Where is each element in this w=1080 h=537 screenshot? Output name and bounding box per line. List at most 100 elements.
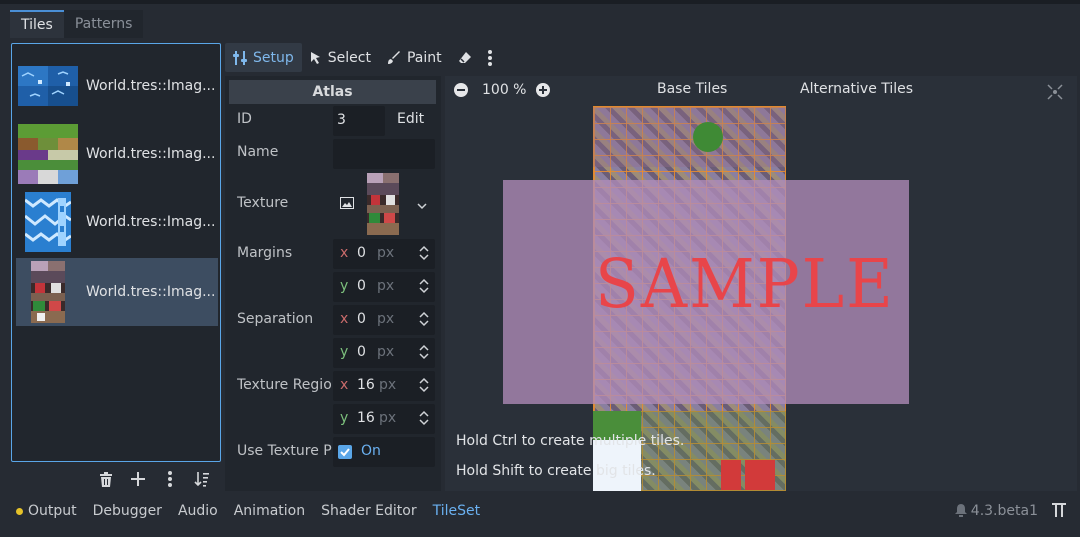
eraser-button[interactable] [450,43,480,72]
output-status-dot-icon [16,507,23,515]
tab-patterns[interactable]: Patterns [63,10,144,38]
separation-x-value: 0 [357,311,366,327]
center-view-icon[interactable] [1047,84,1063,104]
water-tiles-thumbnail [18,54,78,118]
grass-tiles-thumbnail [18,122,78,186]
axis-y: y [340,278,349,294]
zoom-level[interactable]: 100 % [482,82,526,98]
setup-button[interactable]: Setup [225,43,302,72]
texture-region-y-value: 16 [357,410,375,426]
tab-shader-editor[interactable]: Shader Editor [321,503,416,519]
list-item[interactable]: World.tres::Imag... [16,188,218,256]
stepper-icon[interactable] [419,245,429,265]
separation-label: Separation [237,311,314,327]
use-texture-padding-field[interactable]: On [333,437,435,467]
unit-label: px [377,278,395,294]
axis-y: y [340,410,349,426]
throne-tile [721,460,741,490]
tab-output-label: Output [28,503,77,519]
cursor-icon [310,51,320,64]
checkbox-checked-icon[interactable] [338,445,352,459]
atlas-mode-toolbar: Setup Select Paint [225,43,500,72]
tab-debugger[interactable]: Debugger [93,503,162,519]
unit-label: px [377,245,395,261]
axis-x: x [340,377,349,393]
tab-audio[interactable]: Audio [178,503,218,519]
image-icon [340,197,354,213]
stepper-icon[interactable] [419,410,429,430]
id-label: ID [237,111,252,127]
notification-bell-icon[interactable] [954,503,968,521]
objects-tiles-thumbnail [18,260,78,324]
hint-ctrl: Hold Ctrl to create multiple tiles. [456,433,685,449]
separation-x-field[interactable]: x 0 px [333,305,435,335]
separation-y-field[interactable]: y 0 px [333,338,435,368]
margins-y-value: 0 [357,278,366,294]
tree-tile [693,122,723,152]
stepper-icon[interactable] [419,278,429,298]
texture-region-y-field[interactable]: y 16 px [333,404,435,434]
paint-button[interactable]: Paint [379,43,450,72]
stepper-icon[interactable] [419,344,429,364]
setup-label: Setup [253,49,294,66]
list-item[interactable]: World.tres::Imag... [16,52,218,120]
unit-label: px [377,311,395,327]
list-item-label: World.tres::Imag... [86,284,216,300]
texture-region-x-field[interactable]: x 16 px [333,371,435,401]
paint-label: Paint [406,49,442,66]
list-item-label: World.tres::Imag... [86,146,216,162]
edit-button[interactable]: Edit [397,111,424,127]
axis-y: y [340,344,349,360]
unit-label: px [379,377,397,393]
add-icon[interactable] [128,466,148,492]
sort-icon[interactable] [192,466,212,492]
brush-icon [387,50,400,64]
source-list-toolbar [96,466,212,492]
setup-icon [233,50,247,65]
engine-version: 4.3.beta1 [970,503,1038,519]
atlas-inspector: Atlas ID 3 Edit Name Texture Margins x 0… [225,76,441,491]
stepper-icon[interactable] [419,311,429,331]
tileset-editor: Tiles Patterns World.tres::Imag... World… [0,0,1080,537]
select-label: Select [327,49,371,66]
list-item[interactable]: World.tres::Imag... [16,258,218,326]
unit-label: px [379,410,397,426]
tab-tiles[interactable]: Tiles [10,10,64,38]
tab-tileset[interactable]: TileSet [433,503,481,519]
stepper-icon[interactable] [419,377,429,397]
tab-alternative-tiles[interactable]: Alternative Tiles [800,81,913,97]
chevron-down-icon[interactable] [417,198,427,214]
atlas-section-header: Atlas [229,80,436,104]
margins-label: Margins [237,245,293,261]
margins-x-value: 0 [357,245,366,261]
id-field[interactable]: 3 [333,106,385,136]
kebab-menu-icon[interactable] [160,466,180,492]
checkbox-label: On [361,443,381,459]
pin-panel-icon[interactable] [1052,502,1066,522]
atlas-viewport[interactable]: 100 % Base Tiles Alternative Tiles SAMPL… [445,76,1077,491]
tab-output[interactable]: Output [16,503,77,519]
atlas-row-band [593,107,786,167]
atlas-source-list[interactable]: World.tres::Imag... World.tres::Imag... … [11,43,221,462]
bottom-panel-tabs: Output Debugger Audio Animation Shader E… [0,497,1080,525]
separation-y-value: 0 [357,344,366,360]
more-options-button[interactable] [480,43,500,72]
throne-tile [745,460,775,490]
tab-animation[interactable]: Animation [234,503,305,519]
select-button[interactable]: Select [302,43,379,72]
margins-y-field[interactable]: y 0 px [333,272,435,302]
axis-x: x [340,245,349,261]
id-value: 3 [337,112,346,128]
hint-shift: Hold Shift to create big tiles. [456,463,656,479]
list-item-label: World.tres::Imag... [86,214,216,230]
ice-tiles-thumbnail [18,190,78,254]
name-field[interactable] [333,139,435,169]
tileset-tabs: Tiles Patterns [10,10,144,38]
zoom-in-icon[interactable] [535,82,553,100]
trash-icon[interactable] [96,466,116,492]
list-item[interactable]: World.tres::Imag... [16,120,218,188]
zoom-out-icon[interactable] [453,82,471,100]
margins-x-field[interactable]: x 0 px [333,239,435,269]
tab-base-tiles[interactable]: Base Tiles [657,81,727,97]
texture-preview[interactable] [367,173,399,235]
